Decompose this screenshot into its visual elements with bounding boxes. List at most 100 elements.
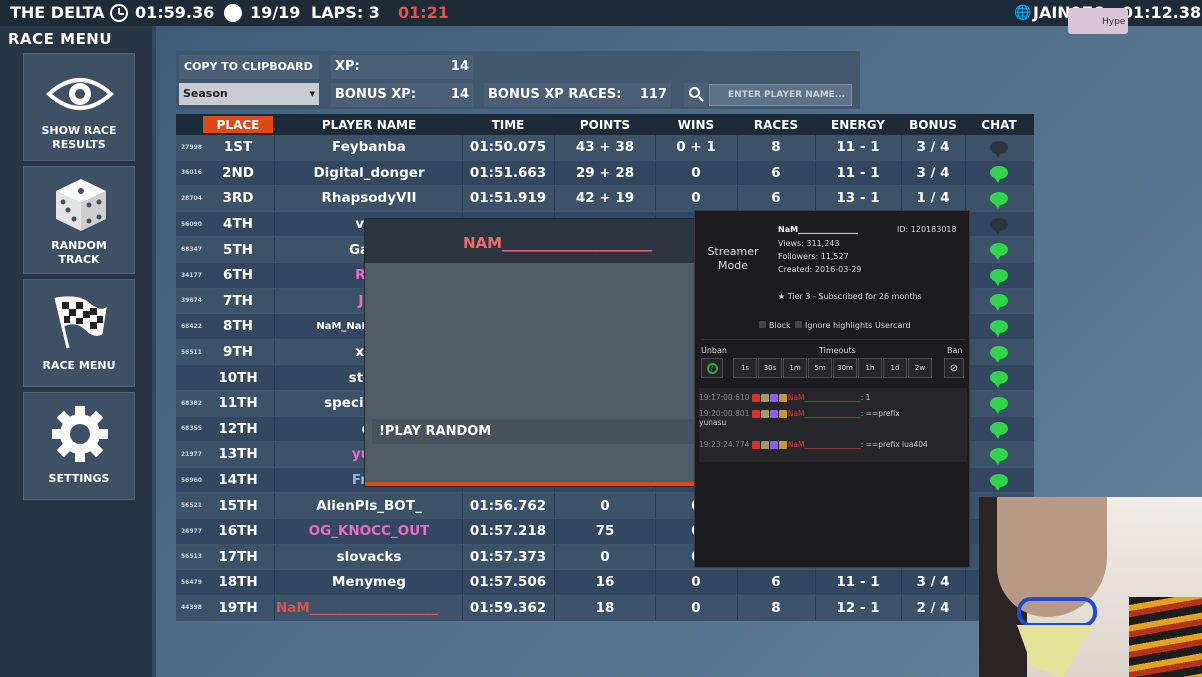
chat-cell[interactable] xyxy=(966,468,1032,493)
chat-bubble-icon[interactable] xyxy=(990,191,1008,209)
timeout-1s-button[interactable]: 1s xyxy=(733,358,757,378)
random-track-button[interactable]: RANDOM TRACK xyxy=(23,166,135,274)
timeout-1m-button[interactable]: 1m xyxy=(783,358,807,378)
chat-bubble-icon[interactable] xyxy=(990,473,1008,491)
cell-time: 01:57.218 xyxy=(469,523,547,540)
sub-badge-icon xyxy=(769,394,778,402)
cell-place: 17TH xyxy=(218,548,258,565)
header-wins[interactable]: WINS xyxy=(656,114,736,135)
table-row[interactable]: 36016 2ND Digital_donger 01:51.663 29 + 28 0 6… xyxy=(176,160,1034,187)
player-search-input[interactable] xyxy=(709,84,852,106)
timeout-30s-button[interactable]: 30s xyxy=(758,358,782,378)
cell-name[interactable]: NaM___________________ xyxy=(276,596,462,621)
chat-bubble-icon[interactable] xyxy=(990,319,1008,337)
chat-cell[interactable] xyxy=(966,237,1032,262)
header-place[interactable]: PLACE xyxy=(203,116,273,133)
chat-cell[interactable] xyxy=(966,442,1032,467)
cell-time: 01:57.373 xyxy=(469,548,547,565)
ignore-highlights-checkbox[interactable]: Ignore highlights xyxy=(795,321,872,330)
chat-cell[interactable] xyxy=(966,289,1032,314)
header-points[interactable]: POINTS xyxy=(556,114,654,135)
header-time[interactable]: TIME xyxy=(463,114,553,135)
cell-name[interactable]: Digital_donger xyxy=(276,161,462,186)
header-bonus[interactable]: BONUS xyxy=(902,114,964,135)
chat-cell[interactable] xyxy=(966,365,1032,390)
chat-bubble-icon[interactable] xyxy=(990,371,1008,389)
season-select[interactable]: Season ▼ xyxy=(179,83,319,105)
block-checkbox[interactable]: Block xyxy=(759,321,791,330)
cell-rank: 68382 xyxy=(181,399,202,407)
chat-bubble-icon[interactable] xyxy=(990,422,1008,440)
timeout-1d-button[interactable]: 1d xyxy=(883,358,907,378)
message-username[interactable]: NaM_______________ xyxy=(788,440,861,449)
cell-points: 29 + 28 xyxy=(575,164,635,181)
checkered-flag-icon xyxy=(54,296,107,349)
header-energy[interactable]: ENERGY xyxy=(816,114,900,135)
chat-bubble-icon[interactable] xyxy=(990,447,1008,465)
bits-badge-icon xyxy=(760,394,769,402)
chat-bubble-icon[interactable] xyxy=(990,217,1008,235)
cell-points: 0 xyxy=(600,548,610,565)
table-row[interactable]: 44398 19TH NaM___________________ 01:59.362… xyxy=(176,595,1034,622)
cell-races: 6 xyxy=(771,190,781,207)
chat-cell[interactable] xyxy=(966,186,1032,211)
table-row[interactable]: 56479 18TH Menymeg 01:57.506 16 0 6 11 - 1 3 / 4 xyxy=(176,570,1034,596)
sub-badge-icon xyxy=(769,410,778,418)
message-username[interactable]: NaM_______________ xyxy=(788,409,861,418)
usercard-link[interactable]: Usercard xyxy=(875,321,911,330)
message-timestamp: 19:17:00.610 xyxy=(699,393,750,402)
cell-name[interactable]: Menymeg xyxy=(276,570,462,595)
race-position: 19/19 xyxy=(250,3,301,22)
chat-bubble-icon[interactable] xyxy=(990,345,1008,363)
cell-name[interactable]: slovacks xyxy=(276,545,462,570)
timeout-1h-button[interactable]: 1h xyxy=(858,358,882,378)
usercard-username[interactable]: NaM_______________ xyxy=(778,225,858,234)
track-title: THE DELTA xyxy=(10,3,105,22)
unban-button[interactable]: / xyxy=(701,358,723,378)
chat-bubble-icon[interactable] xyxy=(990,140,1008,158)
show-race-results-button[interactable]: SHOW RACE RESULTS xyxy=(23,53,135,161)
cell-energy: 11 - 1 xyxy=(836,574,880,591)
chat-cell[interactable] xyxy=(966,212,1032,237)
chat-cell[interactable] xyxy=(966,161,1032,186)
cell-name[interactable]: AlienPls_BOT_ xyxy=(276,493,462,518)
ban-button[interactable]: ⊘ xyxy=(944,358,964,378)
header-chat[interactable]: CHAT xyxy=(966,114,1032,135)
timeout-5m-button[interactable]: 5m xyxy=(808,358,832,378)
chat-bubble-icon[interactable] xyxy=(990,294,1008,312)
timeout-2w-button[interactable]: 2w xyxy=(908,358,932,378)
chat-bubble-icon[interactable] xyxy=(990,166,1008,184)
usercard-created: Created: 2016-03-29 xyxy=(778,265,862,274)
chat-cell[interactable] xyxy=(966,340,1032,365)
chat-cell[interactable] xyxy=(966,314,1032,339)
table-row[interactable]: 27998 1ST Feybanba 01:50.075 43 + 38 0 + 1 8 11… xyxy=(176,135,1034,161)
table-row[interactable]: 28704 3RD RhapsodyVII 01:51.919 42 + 19 0 6 13 … xyxy=(176,186,1034,212)
cell-name[interactable]: RhapsodyVII xyxy=(276,186,462,211)
cell-rank: 39674 xyxy=(181,297,202,305)
chat-bubble-icon[interactable] xyxy=(990,268,1008,286)
cell-bonus: 1 / 4 xyxy=(916,190,950,207)
header-races[interactable]: RACES xyxy=(738,114,814,135)
cell-races: 6 xyxy=(771,574,781,591)
header-player-name[interactable]: PLAYER NAME xyxy=(276,114,462,135)
cell-place: 9TH xyxy=(223,344,253,361)
sub-badge-icon xyxy=(769,441,778,449)
timeout-30m-button[interactable]: 30m xyxy=(833,358,857,378)
chat-cell[interactable] xyxy=(966,391,1032,416)
cell-points: 0 xyxy=(600,497,610,514)
message-username[interactable]: NaM_______________ xyxy=(788,393,861,402)
chevron-down-icon: ▼ xyxy=(309,90,315,98)
race-menu-button[interactable]: RACE MENU xyxy=(23,279,135,387)
search-icon[interactable] xyxy=(684,83,708,107)
chat-cell[interactable] xyxy=(966,417,1032,442)
chat-bubble-icon[interactable] xyxy=(990,396,1008,414)
chat-cell[interactable] xyxy=(966,135,1032,160)
cell-name[interactable]: OG_KNOCC_OUT xyxy=(276,519,462,544)
table-header: PLACE PLAYER NAME TIME POINTS WINS RACES… xyxy=(176,114,1034,135)
cell-bonus: 2 / 4 xyxy=(916,599,950,616)
copy-to-clipboard-button[interactable]: COPY TO CLIPBOARD xyxy=(179,55,319,79)
chat-bubble-icon[interactable] xyxy=(990,243,1008,261)
chat-cell[interactable] xyxy=(966,263,1032,288)
settings-button[interactable]: SETTINGS xyxy=(23,392,135,500)
cell-name[interactable]: Feybanba xyxy=(276,135,462,160)
